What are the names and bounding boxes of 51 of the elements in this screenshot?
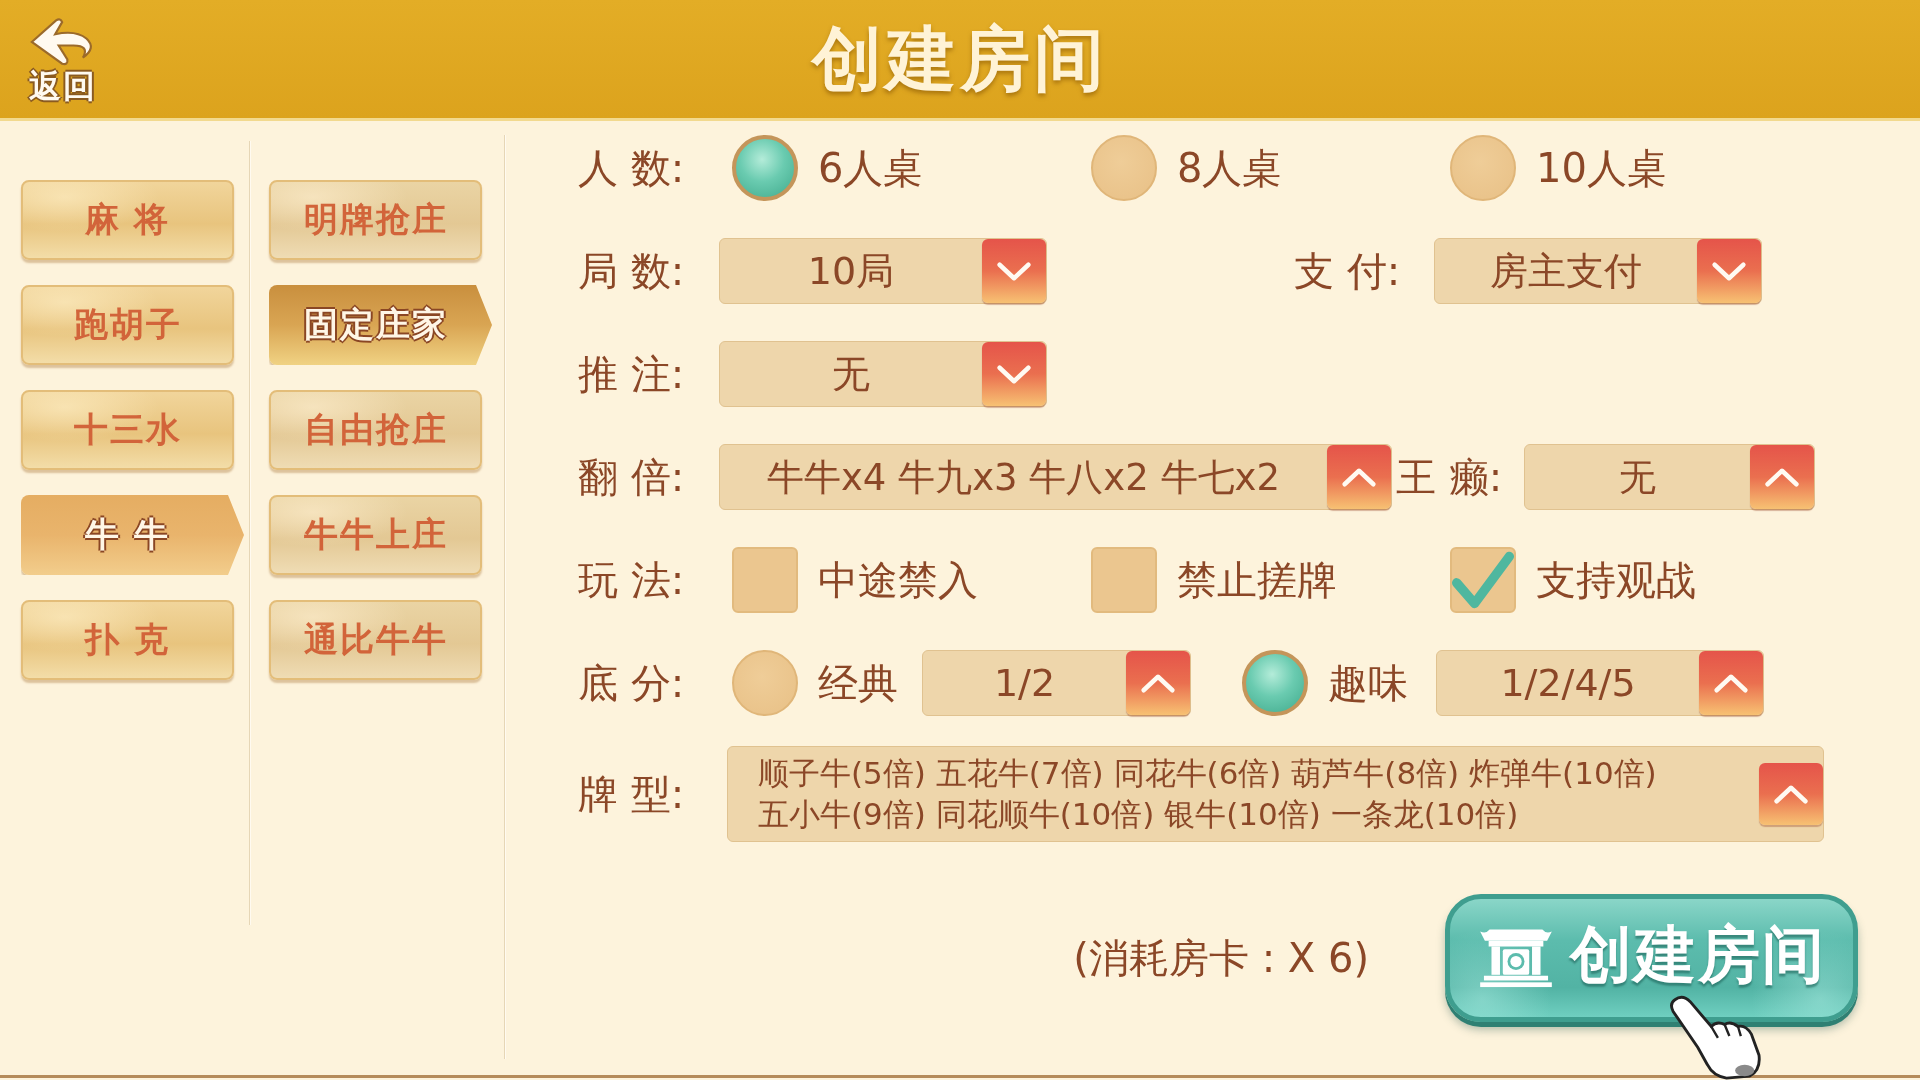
dropdown[interactable]: 10局 [719, 238, 1047, 304]
page-title: 创建房间 [812, 24, 1108, 94]
option-label: 支持观战 [1536, 560, 1696, 600]
pointing-hand-icon [1668, 994, 1764, 1080]
mode-tab[interactable]: 明牌抢庄 [269, 180, 482, 260]
option-label: 趣味 [1328, 663, 1408, 703]
back-button[interactable]: 返回 [28, 16, 98, 102]
dropdown[interactable]: 牛牛x4 牛九x3 牛八x2 牛七x2 [719, 444, 1392, 510]
category-tab[interactable]: 牛 牛 [21, 495, 244, 575]
dropdown-arrow-button[interactable] [982, 239, 1046, 303]
field-label: 局 数: [578, 251, 686, 291]
dropdown[interactable]: 1/2 [922, 650, 1191, 716]
field-label: 玩 法: [578, 560, 686, 600]
field-label: 推 注: [578, 354, 686, 394]
mode-tab[interactable]: 固定庄家 [269, 285, 492, 365]
dropdown-arrow-button[interactable] [1697, 239, 1761, 303]
cost-note: (消耗房卡 : X 6) [1073, 938, 1369, 978]
dropdown-arrow-button[interactable] [1750, 445, 1814, 509]
category-tab[interactable]: 十三水 [21, 390, 234, 470]
option-label: 8人桌 [1177, 148, 1283, 188]
field-label: 底 分: [578, 663, 686, 703]
dropdown[interactable]: 1/2/4/5 [1436, 650, 1764, 716]
field-label: 人 数: [578, 148, 686, 188]
dropdown-arrow-button[interactable] [1759, 763, 1823, 825]
dropdown[interactable]: 无 [719, 341, 1047, 407]
dropdown-arrow-button[interactable] [982, 342, 1046, 406]
checkbox[interactable] [732, 547, 798, 613]
category-tab[interactable]: 麻 将 [21, 180, 234, 260]
dropdown-arrow-button[interactable] [1699, 651, 1763, 715]
option-label: 6人桌 [818, 148, 924, 188]
option-label: 经典 [818, 663, 898, 703]
dropdown-arrow-button[interactable] [1126, 651, 1190, 715]
option-label: 禁止搓牌 [1177, 560, 1337, 600]
field-label: 翻 倍: [578, 457, 686, 497]
option-label: 10人桌 [1536, 148, 1667, 188]
mode-tab[interactable]: 通比牛牛 [269, 600, 482, 680]
field-label: 牌 型: [578, 774, 686, 814]
option-label: 中途禁入 [818, 560, 978, 600]
category-tab[interactable]: 扑 克 [21, 600, 234, 680]
checkmark-icon [1452, 549, 1514, 611]
dropdown-arrow-button[interactable] [1327, 445, 1391, 509]
mode-tab[interactable]: 牛牛上庄 [269, 495, 482, 575]
field-label: 支 付: [1294, 251, 1402, 291]
dropdown[interactable]: 无 [1524, 444, 1815, 510]
dropdown[interactable]: 顺子牛(5倍) 五花牛(7倍) 同花牛(6倍) 葫芦牛(8倍) 炸弹牛(10倍) 五小牛(9倍) 同花顺牛(10倍) 银牛(10倍) 一条龙(10倍) [727, 746, 1824, 842]
field-label: 王 癞: [1396, 457, 1504, 497]
category-tab[interactable]: 跑胡子 [21, 285, 234, 365]
mode-tab[interactable]: 自由抢庄 [269, 390, 482, 470]
checkbox[interactable] [1450, 547, 1516, 613]
checkbox[interactable] [1091, 547, 1157, 613]
dropdown[interactable]: 房主支付 [1434, 238, 1762, 304]
